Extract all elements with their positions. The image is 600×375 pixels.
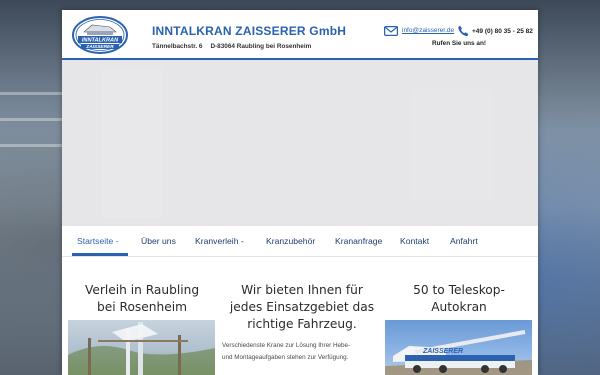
crane-photo-left[interactable] — [68, 320, 215, 375]
nav-item-krananfrage[interactable]: Krananfrage — [335, 236, 382, 246]
nav-active-indicator — [72, 253, 128, 256]
email-link[interactable]: info@zaisserer.de — [402, 27, 454, 34]
company-address: Tännelbachstr. 6 D-83064 Raubling bei Ros… — [152, 43, 319, 50]
nav-item-startseite[interactable]: Startseite - — [77, 236, 119, 246]
company-name: INNTALKRAN ZAISSERER GmbH — [152, 24, 347, 38]
middle-column-title: Wir bieten Ihnen für jedes Einsatzgebiet… — [229, 283, 375, 331]
phone-number[interactable]: +49 (0) 80 35 - 25 82 — [472, 28, 533, 35]
svg-text:ZAISSERER: ZAISSERER — [422, 348, 463, 355]
middle-column-text: Verschiedenste Krane zur Lösung Ihrer He… — [222, 342, 351, 361]
nav-item-ueber-uns[interactable]: Über uns — [141, 236, 176, 246]
nav-item-kontakt[interactable]: Kontakt — [400, 236, 429, 246]
phone-icon[interactable] — [458, 25, 469, 37]
hero-slider[interactable] — [62, 60, 538, 226]
nav-item-kranverleih[interactable]: Kranverleih - — [195, 236, 244, 246]
site-header: INNTALKRAN ZAISSERER INNTALKRAN ZAISSERE… — [62, 10, 538, 60]
envelope-icon[interactable] — [384, 26, 398, 36]
nav-item-anfahrt[interactable]: Anfahrt — [450, 236, 478, 246]
content-container: INNTALKRAN ZAISSERER INNTALKRAN ZAISSERE… — [62, 10, 538, 375]
svg-text:INNTALKRAN: INNTALKRAN — [82, 38, 119, 44]
left-column-title: Verleih in Raubling bei Rosenheim — [84, 283, 200, 314]
main-navigation: Startseite - Über uns Kranverleih - Kran… — [62, 226, 538, 257]
nav-item-kranzubehoer[interactable]: Kranzubehör — [266, 236, 315, 246]
crane-photo-right[interactable]: ZAISSERER — [385, 320, 532, 375]
company-logo[interactable]: INNTALKRAN ZAISSERER — [72, 16, 128, 54]
address-street: Tännelbachstr. 6 — [152, 43, 203, 50]
svg-text:ZAISSERER: ZAISSERER — [85, 44, 114, 50]
call-note: Rufen Sie uns an! — [432, 40, 486, 47]
address-city: D-83064 Raubling bei Rosenheim — [210, 43, 312, 50]
right-column-title: 50 to Teleskop- Autokran — [413, 283, 505, 314]
